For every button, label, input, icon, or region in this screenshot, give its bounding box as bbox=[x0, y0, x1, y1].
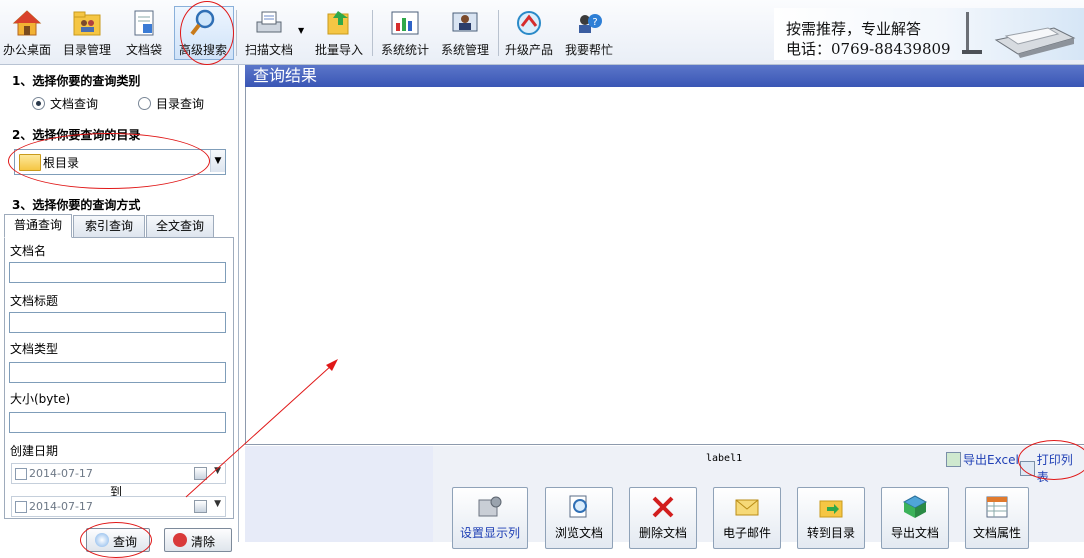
annotation-circle-print-list bbox=[1018, 440, 1084, 480]
toolbar-scan-document[interactable]: 扫描文档 bbox=[240, 6, 298, 60]
step1-title: 1、选择你要的查询类别 bbox=[12, 74, 141, 88]
banner-phone: 电话：0769-88439809 bbox=[786, 40, 951, 58]
toolbar-separator bbox=[372, 10, 373, 56]
radio-document-query[interactable]: 文档查询 bbox=[32, 96, 99, 111]
clear-icon bbox=[173, 533, 187, 547]
toolbar-label: 批量导入 bbox=[314, 43, 363, 57]
browse-magnifier-icon bbox=[569, 495, 587, 518]
email-label: 电子邮件 bbox=[722, 526, 771, 540]
envelope-icon bbox=[735, 499, 759, 516]
tab-index-query[interactable]: 索引查询 bbox=[73, 215, 145, 238]
delete-x-icon bbox=[652, 496, 674, 518]
properties-table-icon bbox=[986, 496, 1008, 518]
toolbar-batch-import[interactable]: 批量导入 bbox=[310, 6, 368, 60]
svg-text:?: ? bbox=[592, 17, 597, 28]
toolbar-label: 文档袋 bbox=[125, 43, 162, 57]
set-columns-label: 设置显示列 bbox=[459, 526, 520, 540]
export-excel-link[interactable]: 导出Excel bbox=[946, 451, 1019, 468]
toolbar-label: 扫描文档 bbox=[244, 43, 293, 57]
go-to-directory-label: 转到目录 bbox=[806, 526, 855, 540]
radio-unselected-icon bbox=[138, 96, 151, 110]
annotation-circle-search-button bbox=[80, 522, 152, 558]
document-title-label: 文档标题 bbox=[10, 294, 59, 308]
toolbar-system-statistics[interactable]: 系统统计 bbox=[376, 6, 434, 60]
date-to-checkbox[interactable] bbox=[15, 501, 27, 513]
date-to-value: 2014-07-17 bbox=[29, 500, 93, 513]
chevron-down-icon[interactable]: ▼ bbox=[210, 150, 225, 172]
export-excel-label: 导出Excel bbox=[963, 453, 1019, 467]
toolbar-help[interactable]: ? 我要帮忙 bbox=[562, 6, 616, 60]
go-to-directory-button[interactable]: 转到目录 bbox=[797, 487, 865, 549]
email-button[interactable]: 电子邮件 bbox=[713, 487, 781, 549]
document-name-label: 文档名 bbox=[10, 244, 47, 258]
step3-title: 3、选择你要的查询方式 bbox=[12, 198, 141, 212]
toolbar-separator bbox=[498, 10, 499, 56]
toolbar-document-bag[interactable]: 文档袋 bbox=[118, 6, 170, 60]
document-properties-button[interactable]: 文档属性 bbox=[965, 487, 1029, 549]
tab-fulltext-query[interactable]: 全文查询 bbox=[146, 215, 214, 238]
export-box-icon bbox=[902, 495, 928, 518]
browse-document-button[interactable]: 浏览文档 bbox=[545, 487, 613, 549]
bar-chart-icon bbox=[391, 11, 419, 35]
tab-normal-query[interactable]: 普通查询 bbox=[4, 214, 72, 238]
results-status-label: label1 bbox=[706, 453, 743, 464]
toolbar-label: 系统统计 bbox=[380, 43, 429, 57]
document-bag-icon bbox=[134, 10, 154, 36]
created-date-label: 创建日期 bbox=[10, 444, 59, 458]
toolbar-label: 目录管理 bbox=[62, 43, 111, 57]
document-type-label: 文档类型 bbox=[10, 342, 59, 356]
help-users-icon: ? bbox=[579, 14, 602, 33]
toolbar-system-management[interactable]: 系统管理 bbox=[436, 6, 494, 60]
delete-document-button[interactable]: 删除文档 bbox=[629, 487, 697, 549]
toolbar-label: 升级产品 bbox=[504, 43, 553, 57]
banner-slogan: 按需推荐，专业解答 bbox=[786, 20, 922, 38]
house-icon bbox=[12, 10, 42, 36]
annotation-arrow bbox=[185, 359, 338, 498]
settings-grid-icon bbox=[478, 496, 502, 517]
results-grid[interactable] bbox=[245, 87, 1084, 445]
date-from-checkbox[interactable] bbox=[15, 468, 27, 480]
radio-directory-query[interactable]: 目录查询 bbox=[138, 96, 205, 111]
clear-button[interactable]: 清除 bbox=[164, 528, 232, 552]
toolbar-separator bbox=[236, 10, 237, 56]
upgrade-icon bbox=[517, 11, 541, 35]
results-title: 查询结果 bbox=[245, 65, 1084, 87]
toolbar-label: 办公桌面 bbox=[2, 43, 51, 57]
export-document-button[interactable]: 导出文档 bbox=[881, 487, 949, 549]
toolbar-label: 我要帮忙 bbox=[564, 43, 613, 57]
size-label: 大小(byte) bbox=[10, 392, 71, 406]
delete-document-label: 删除文档 bbox=[638, 526, 687, 540]
toolbar-label: 系统管理 bbox=[440, 43, 489, 57]
document-name-input[interactable] bbox=[9, 262, 226, 283]
toolbar-upgrade-product[interactable]: 升级产品 bbox=[500, 6, 558, 60]
radio-label: 文档查询 bbox=[50, 96, 99, 111]
document-properties-label: 文档属性 bbox=[972, 526, 1021, 540]
radio-label: 目录查询 bbox=[156, 96, 205, 111]
annotation-circle-advanced-search bbox=[180, 1, 234, 65]
export-document-label: 导出文档 bbox=[890, 526, 939, 540]
folder-users-icon bbox=[73, 11, 101, 36]
set-columns-button[interactable]: 设置显示列 bbox=[452, 487, 528, 549]
toolbar-office-desktop[interactable]: 办公桌面 bbox=[0, 6, 54, 60]
scanner-icon bbox=[256, 11, 282, 33]
document-title-input[interactable] bbox=[9, 312, 226, 333]
radio-selected-icon bbox=[32, 96, 45, 110]
main-toolbar: 办公桌面 目录管理 文档袋 高级搜索 扫描文档 ▼ 批量导入 系统统计 系统管理… bbox=[0, 0, 1084, 65]
admin-user-icon bbox=[452, 12, 478, 32]
toolbar-directory-management[interactable]: 目录管理 bbox=[60, 6, 114, 60]
scan-dropdown-arrow-icon[interactable]: ▼ bbox=[298, 26, 304, 35]
advert-banner: 按需推荐，专业解答 电话：0769-88439809 bbox=[774, 8, 1084, 60]
date-from-value: 2014-07-17 bbox=[29, 467, 93, 480]
excel-icon bbox=[946, 452, 961, 467]
folder-arrow-icon bbox=[819, 500, 843, 518]
annotation-circle-directory bbox=[8, 133, 210, 189]
scanner-device-icon bbox=[962, 12, 1076, 58]
browse-document-label: 浏览文档 bbox=[554, 526, 603, 540]
batch-import-icon bbox=[327, 11, 349, 35]
